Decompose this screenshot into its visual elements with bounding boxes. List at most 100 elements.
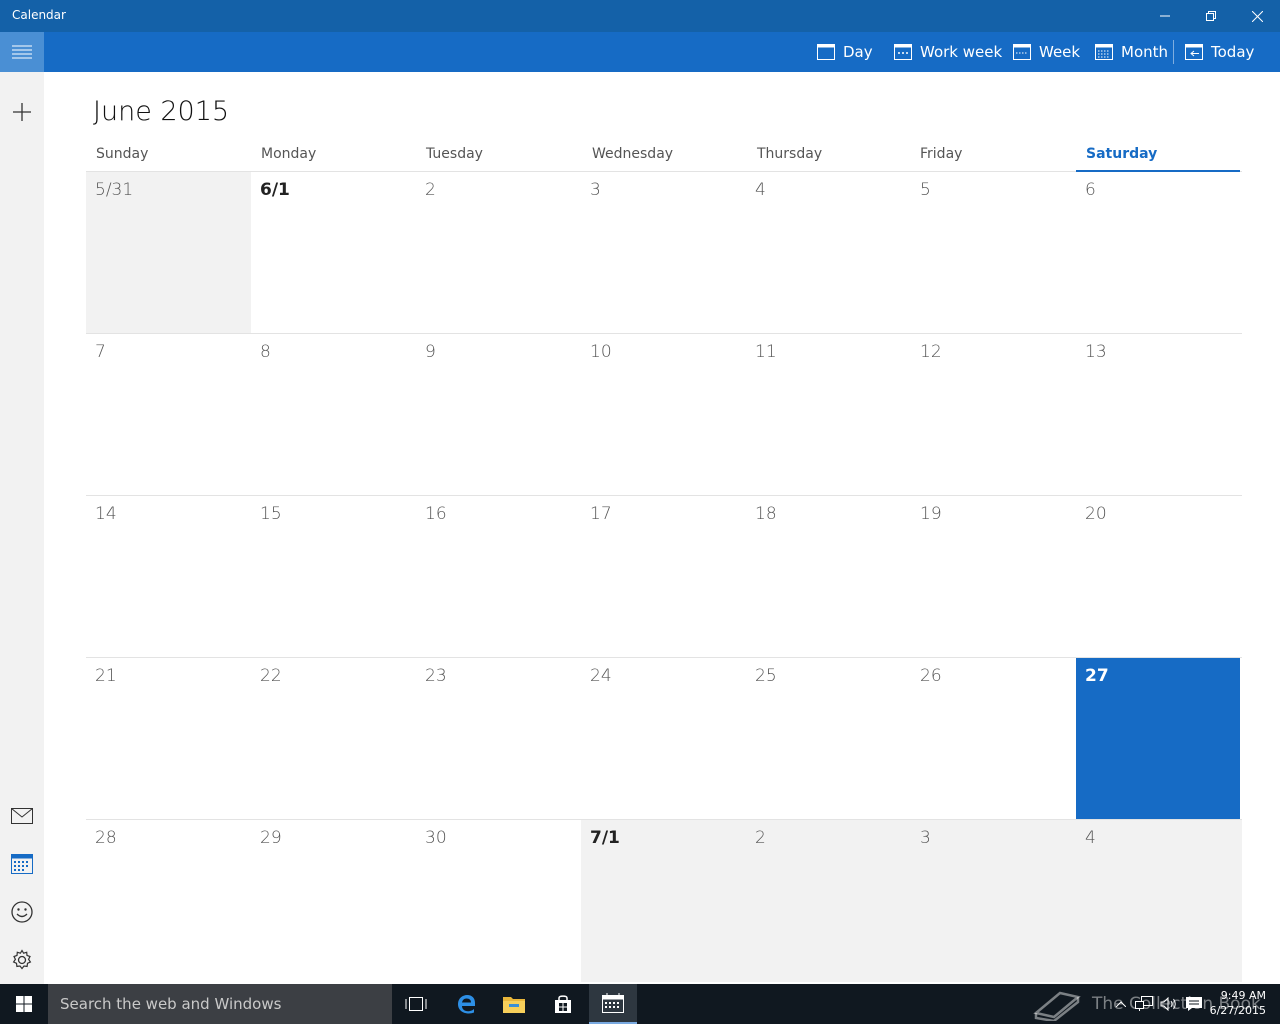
- close-button[interactable]: [1234, 0, 1280, 32]
- window-title: Calendar: [12, 8, 66, 22]
- day-cell[interactable]: 6/1: [251, 172, 416, 334]
- day-number: 25: [755, 666, 777, 686]
- day-cell[interactable]: 5/31: [86, 172, 251, 334]
- weekday-saturday: Saturday: [1086, 146, 1158, 162]
- today-icon: [1185, 44, 1203, 60]
- weekday-monday: Monday: [261, 146, 317, 162]
- file-explorer-button[interactable]: [490, 984, 538, 1024]
- day-cell[interactable]: 21: [86, 658, 251, 820]
- day-cell[interactable]: 13: [1076, 334, 1242, 496]
- restore-icon: [1206, 11, 1216, 21]
- store-bag-icon: [555, 995, 571, 1013]
- day-number: 17: [590, 504, 612, 524]
- taskbar-search-input[interactable]: Search the web and Windows: [48, 984, 392, 1024]
- day-cell[interactable]: 22: [251, 658, 416, 820]
- day-cell[interactable]: 4: [746, 172, 911, 334]
- calendar-icon: [602, 993, 624, 1013]
- month-view-button[interactable]: Month: [1095, 32, 1168, 72]
- day-view-button[interactable]: Day: [817, 32, 873, 72]
- today-cell[interactable]: 27: [1076, 658, 1240, 820]
- action-center-button[interactable]: [1183, 984, 1205, 1024]
- close-icon: [1251, 10, 1263, 22]
- start-button[interactable]: [0, 984, 48, 1024]
- day-cell[interactable]: 28: [86, 820, 251, 982]
- feedback-button[interactable]: [0, 890, 44, 934]
- day-cell[interactable]: 7/1: [581, 820, 746, 982]
- day-cell[interactable]: 3: [581, 172, 746, 334]
- day-cell[interactable]: 8: [251, 334, 416, 496]
- work-week-view-button[interactable]: Work week: [894, 32, 1002, 72]
- week-view-button[interactable]: Week: [1013, 32, 1080, 72]
- day-number: 16: [425, 504, 447, 524]
- folder-icon: [503, 997, 525, 1013]
- weekday-sunday: Sunday: [96, 146, 149, 162]
- toolbar-separator: [1173, 40, 1174, 64]
- mail-icon: [11, 808, 33, 824]
- settings-button[interactable]: [0, 938, 44, 982]
- day-number: 14: [95, 504, 117, 524]
- restore-button[interactable]: [1188, 0, 1234, 32]
- day-cell[interactable]: 19: [911, 496, 1076, 658]
- day-cell[interactable]: 11: [746, 334, 911, 496]
- edge-browser-button[interactable]: [442, 984, 490, 1024]
- chevron-up-icon: [1116, 1001, 1126, 1007]
- day-cell[interactable]: 7: [86, 334, 251, 496]
- day-cell[interactable]: 14: [86, 496, 251, 658]
- day-cell[interactable]: 16: [416, 496, 581, 658]
- minimize-button[interactable]: [1142, 0, 1188, 32]
- day-cell[interactable]: 2: [746, 820, 911, 982]
- edge-browser-icon: [458, 995, 475, 1014]
- day-number: 29: [260, 828, 282, 848]
- day-view-label: Day: [843, 43, 873, 61]
- volume-tray-button[interactable]: [1158, 984, 1180, 1024]
- network-tray-button[interactable]: [1134, 984, 1154, 1024]
- day-number: 9: [425, 342, 436, 362]
- task-view-icon: [405, 997, 427, 1011]
- day-cell[interactable]: 15: [251, 496, 416, 658]
- day-cell[interactable]: 2: [416, 172, 581, 334]
- weekday-tuesday: Tuesday: [426, 146, 483, 162]
- day-cell[interactable]: 9: [416, 334, 581, 496]
- day-number: 10: [590, 342, 612, 362]
- mail-button[interactable]: [0, 794, 44, 838]
- toolbar: Day Work week Week Month Today: [44, 32, 1280, 72]
- day-number: 3: [920, 828, 931, 848]
- day-cell[interactable]: 4: [1076, 820, 1242, 982]
- clock-time: 9:49 AM: [1220, 989, 1266, 1002]
- task-view-button[interactable]: [392, 984, 440, 1024]
- day-cell[interactable]: 30: [416, 820, 581, 982]
- day-number: 3: [590, 180, 601, 200]
- new-event-button[interactable]: [0, 90, 44, 134]
- show-hidden-icons-button[interactable]: [1112, 984, 1130, 1024]
- day-number: 13: [1085, 342, 1107, 362]
- day-number: 2: [425, 180, 436, 200]
- gear-icon: [12, 949, 32, 970]
- day-cell[interactable]: 20: [1076, 496, 1242, 658]
- day-cell[interactable]: 6: [1076, 172, 1242, 334]
- day-number: 4: [1085, 828, 1096, 848]
- hamburger-menu-button[interactable]: [0, 32, 44, 72]
- day-cell[interactable]: 5: [911, 172, 1076, 334]
- day-cell[interactable]: 25: [746, 658, 911, 820]
- day-cell[interactable]: 3: [911, 820, 1076, 982]
- store-button[interactable]: [539, 984, 587, 1024]
- day-cell[interactable]: 23: [416, 658, 581, 820]
- day-cell[interactable]: 10: [581, 334, 746, 496]
- day-cell[interactable]: 18: [746, 496, 911, 658]
- week-view-label: Week: [1039, 43, 1081, 61]
- day-cell[interactable]: 29: [251, 820, 416, 982]
- taskbar-clock[interactable]: 9:49 AM 6/27/2015: [1210, 988, 1266, 1018]
- today-button[interactable]: Today: [1185, 32, 1254, 72]
- calendar-nav-button[interactable]: [0, 842, 44, 886]
- day-number: 20: [1085, 504, 1107, 524]
- day-number: 6/1: [260, 180, 290, 200]
- windows-logo-icon: [16, 996, 32, 1012]
- calendar-taskbar-button[interactable]: [589, 984, 637, 1024]
- day-view-icon: [817, 44, 835, 60]
- day-cell[interactable]: 17: [581, 496, 746, 658]
- weekday-friday: Friday: [920, 146, 963, 162]
- day-cell[interactable]: 24: [581, 658, 746, 820]
- day-cell[interactable]: 26: [911, 658, 1076, 820]
- day-cell[interactable]: 12: [911, 334, 1076, 496]
- plus-icon: [13, 103, 31, 121]
